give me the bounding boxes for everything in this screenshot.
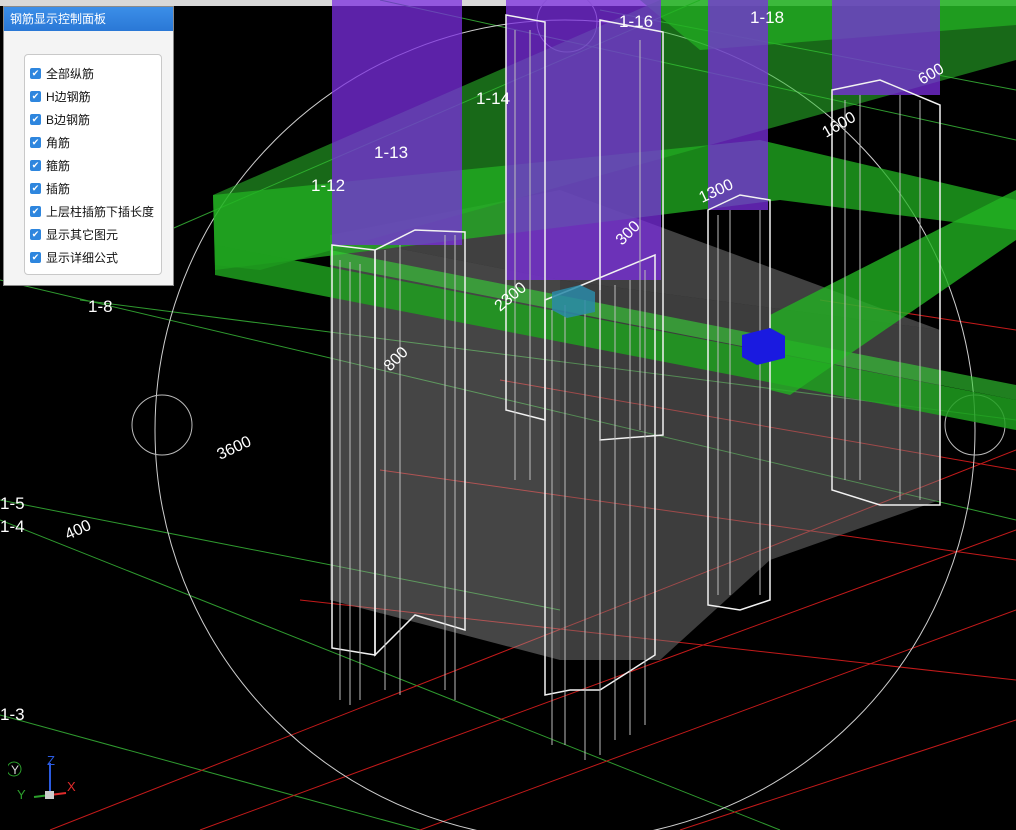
grid-label-3: 1-4 <box>0 517 25 536</box>
checkbox-checked-icon[interactable]: ✔ <box>30 137 41 148</box>
checkbox-checked-icon[interactable]: ✔ <box>30 91 41 102</box>
selection-marker-cube <box>742 328 785 365</box>
option-corner[interactable]: ✔ 角筋 <box>25 131 161 154</box>
option-label: 箍筋 <box>46 159 71 173</box>
option-show-other[interactable]: ✔ 显示其它图元 <box>25 223 161 246</box>
column-label-1: 1-12 <box>311 176 345 195</box>
axis-z-label: Z <box>47 755 55 768</box>
axis-y-side-label: Y <box>11 763 19 777</box>
column-label-5: 1-18 <box>750 8 784 27</box>
axis-x-label: X <box>67 779 76 794</box>
grid-bubble-left <box>131 394 193 456</box>
option-b-side[interactable]: ✔ B边钢筋 <box>25 108 161 131</box>
option-stirrup[interactable]: ✔ 箍筋 <box>25 154 161 177</box>
checkbox-checked-icon[interactable]: ✔ <box>30 160 41 171</box>
option-label: 全部纵筋 <box>46 67 95 81</box>
option-upper-dowel-length[interactable]: ✔ 上层柱插筋下插长度 <box>25 200 161 223</box>
checkbox-checked-icon[interactable]: ✔ <box>30 206 41 217</box>
dim-label-2: 400 <box>63 517 94 544</box>
column-tops <box>332 0 940 280</box>
dim-label-1: 3600 <box>215 433 255 463</box>
axis-y-label: Y <box>17 787 26 802</box>
panel-title[interactable]: 钢筋显示控制面板 <box>4 7 173 31</box>
option-h-side[interactable]: ✔ H边钢筋 <box>25 85 161 108</box>
checkbox-checked-icon[interactable]: ✔ <box>30 68 41 79</box>
checkbox-checked-icon[interactable]: ✔ <box>30 183 41 194</box>
axis-origin-box <box>45 791 54 799</box>
option-label: 显示其它图元 <box>46 228 119 242</box>
option-label: 插筋 <box>46 182 71 196</box>
option-label: H边钢筋 <box>46 90 91 104</box>
grid-label-4: 1-3 <box>0 705 25 724</box>
axis-triad: Y Z X Y <box>8 755 76 802</box>
option-label: 角筋 <box>46 136 71 150</box>
option-dowel[interactable]: ✔ 插筋 <box>25 177 161 200</box>
option-label: 上层柱插筋下插长度 <box>46 205 155 219</box>
panel-option-list: ✔ 全部纵筋 ✔ H边钢筋 ✔ B边钢筋 ✔ 角筋 ✔ 箍筋 ✔ 插筋 ✔ 上层柱插筋下插长度… <box>24 54 162 275</box>
option-show-formula[interactable]: ✔ 显示详细公式 <box>25 246 161 269</box>
column-label-4: 1-16 <box>619 12 653 31</box>
checkbox-checked-icon[interactable]: ✔ <box>30 229 41 240</box>
column-label-2: 1-13 <box>374 143 408 162</box>
rebar-display-panel: 钢筋显示控制面板 ✔ 全部纵筋 ✔ H边钢筋 ✔ B边钢筋 ✔ 角筋 ✔ 箍筋 ✔ 插筋 ✔… <box>3 6 174 286</box>
option-label: B边钢筋 <box>46 113 91 127</box>
option-all-longitudinal[interactable]: ✔ 全部纵筋 <box>25 62 161 85</box>
grid-label-1: 1-8 <box>88 297 113 316</box>
checkbox-checked-icon[interactable]: ✔ <box>30 252 41 263</box>
checkbox-checked-icon[interactable]: ✔ <box>30 114 41 125</box>
column-label-3: 1-14 <box>476 89 510 108</box>
grid-label-2: 1-5 <box>0 494 25 513</box>
option-label: 显示详细公式 <box>46 251 119 265</box>
